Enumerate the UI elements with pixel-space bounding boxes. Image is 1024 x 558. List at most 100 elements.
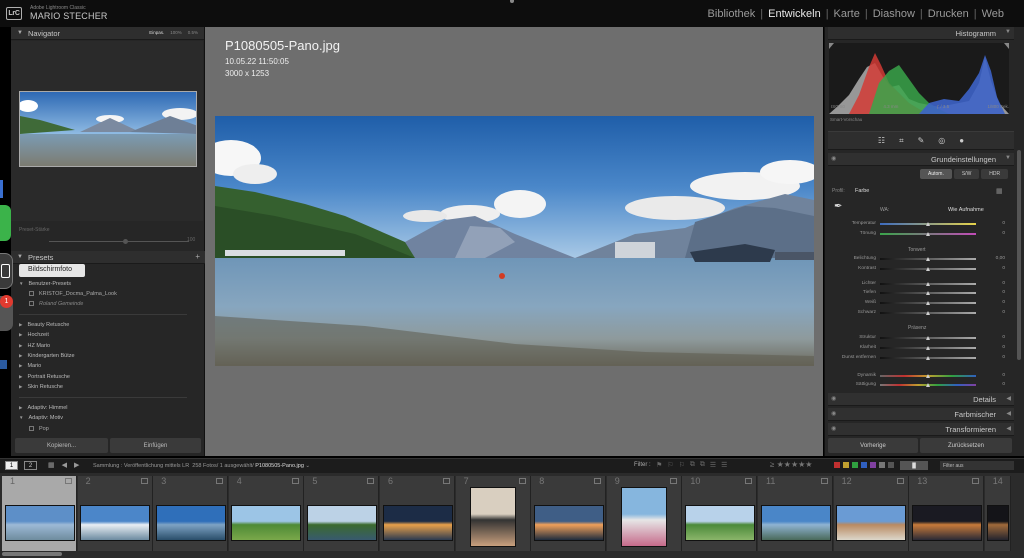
right-panel-scrollbar[interactable] bbox=[1017, 150, 1021, 360]
slider-value-tnung[interactable]: 0 bbox=[985, 231, 1005, 236]
paste-settings-button[interactable]: Einfügen bbox=[110, 438, 201, 453]
slider-value-klarheit[interactable]: 0 bbox=[985, 345, 1005, 350]
filmstrip-cell[interactable]: 13 bbox=[909, 476, 985, 551]
yellow-label-icon[interactable] bbox=[843, 462, 849, 468]
virtual-copy-icon[interactable]: ⧉ bbox=[700, 461, 705, 469]
filmstrip-thumbnail-night[interactable] bbox=[911, 505, 982, 541]
slider-knob-dunstentfernen[interactable] bbox=[925, 356, 930, 360]
presets-header[interactable]: ▼ Presets + bbox=[11, 251, 205, 264]
reset-button[interactable]: Zurücksetzen bbox=[920, 438, 1012, 453]
previous-settings-button[interactable]: Vorherige bbox=[828, 438, 918, 453]
navigator-header[interactable]: ▼ Navigator Einpas. 100% 0.5% bbox=[11, 27, 204, 40]
preset-item[interactable]: Pop bbox=[29, 426, 49, 432]
filmstrip-cell[interactable]: 5 bbox=[304, 476, 380, 551]
preset-group[interactable]: ▶ Hochzeit bbox=[19, 332, 49, 338]
filmstrip-thumbnail-portrait2[interactable] bbox=[621, 487, 668, 547]
forward-arrow-icon[interactable]: ▶ bbox=[74, 461, 79, 469]
module-entwickeln[interactable]: Entwickeln bbox=[768, 8, 821, 20]
details-header[interactable]: ◉ Details ◀ bbox=[828, 393, 1014, 406]
eyedropper-icon[interactable]: ✒ bbox=[834, 201, 842, 212]
preset-group[interactable]: ▶ Skin Retusche bbox=[19, 384, 63, 390]
filmstrip-thumbnail-village[interactable] bbox=[760, 505, 831, 541]
red-eye-icon[interactable]: ◎ bbox=[938, 136, 945, 145]
copy-settings-button[interactable]: Kopieren... bbox=[15, 438, 108, 453]
treatment-autom[interactable]: Autom. bbox=[920, 169, 952, 179]
module-karte[interactable]: Karte bbox=[834, 8, 860, 20]
slider-value-lichter[interactable]: 0 bbox=[985, 281, 1005, 286]
navigator-zoom-option[interactable]: 0.5% bbox=[188, 30, 198, 35]
slider-knob-dynamik[interactable] bbox=[925, 374, 930, 378]
navigator-zoom-option[interactable]: Einpas. bbox=[149, 30, 164, 35]
other-label-icon[interactable] bbox=[879, 462, 885, 468]
filmstrip-cell[interactable]: 7 bbox=[455, 476, 531, 551]
preset-group[interactable]: ▶ Mario bbox=[19, 363, 41, 369]
slider-knob-belichtung[interactable] bbox=[925, 257, 930, 261]
no-label-icon[interactable] bbox=[888, 462, 894, 468]
filmstrip-thumbnail-harbor[interactable] bbox=[80, 505, 151, 541]
filmstrip-thumbnail-castle[interactable] bbox=[836, 505, 907, 541]
edited-icon[interactable]: ☰ bbox=[710, 461, 716, 469]
filmstrip-thumbnail-sunset2[interactable] bbox=[533, 505, 604, 541]
slider-knob-klarheit[interactable] bbox=[925, 346, 930, 350]
filmstrip-thumbnail-night2[interactable] bbox=[986, 505, 1009, 541]
main-photo-lake-panorama[interactable] bbox=[215, 116, 814, 366]
filmstrip-thumbnail-lake2[interactable] bbox=[306, 505, 377, 541]
star-rating-filter[interactable]: ≥ ★★★★★ bbox=[770, 460, 812, 469]
main-window-button[interactable]: 1 bbox=[5, 461, 18, 470]
transform-header[interactable]: ◉ Transformieren ◀ bbox=[828, 423, 1014, 436]
dock-icon-finder[interactable] bbox=[0, 180, 3, 198]
green-label-icon[interactable] bbox=[852, 462, 858, 468]
preset-group[interactable]: ▶ Adaptiv: Himmel bbox=[19, 405, 68, 411]
red-label-icon[interactable] bbox=[834, 462, 840, 468]
slider-knob-temperatur[interactable] bbox=[925, 222, 930, 226]
dock-icon-screenshot[interactable] bbox=[0, 253, 13, 289]
slider-knob-kontrast[interactable] bbox=[925, 267, 930, 271]
slider-value-schwarz[interactable]: 0 bbox=[985, 310, 1005, 315]
slider-value-kontrast[interactable]: 0 bbox=[985, 266, 1005, 271]
preset-item[interactable]: Roland Gemeinde bbox=[29, 301, 83, 307]
filter-switch-icon[interactable]: ▐▌ bbox=[900, 461, 928, 470]
slider-value-dynamik[interactable]: 0 bbox=[985, 373, 1005, 378]
healing-icon[interactable]: ✎ bbox=[918, 136, 925, 145]
grid-view-icon[interactable]: ▦ bbox=[48, 461, 55, 469]
unflag-icon[interactable]: ⚐ bbox=[667, 461, 673, 469]
treatment-hdr[interactable]: HDR bbox=[981, 169, 1009, 179]
filmstrip-cell[interactable]: 8 bbox=[531, 476, 607, 551]
filmstrip-cell[interactable]: 12 bbox=[833, 476, 909, 551]
module-bibliothek[interactable]: Bibliothek bbox=[708, 8, 756, 20]
preset-amount-knob[interactable] bbox=[123, 239, 128, 244]
copy-icon[interactable]: ⧉ bbox=[690, 461, 695, 469]
slider-knob-schwarz[interactable] bbox=[925, 311, 930, 315]
slider-knob-tiefen[interactable] bbox=[925, 291, 930, 295]
filmstrip-thumbnail-lake[interactable] bbox=[4, 505, 75, 541]
preset-item[interactable]: KRISTOF_Docma_Palma_Look bbox=[29, 291, 117, 297]
add-preset-icon[interactable]: + bbox=[195, 252, 200, 261]
panel-eye-icon[interactable]: ◉ bbox=[831, 410, 836, 417]
filmstrip-cell[interactable]: 14 bbox=[984, 476, 1011, 551]
panel-eye-icon[interactable]: ◉ bbox=[831, 395, 836, 402]
white-balance-select[interactable]: Wie Aufnahme bbox=[948, 207, 984, 213]
preset-group[interactable]: ▼ Benutzer-Presets bbox=[19, 281, 71, 287]
filmstrip-thumbnail-harbor2[interactable] bbox=[155, 505, 226, 541]
profile-browser-icon[interactable]: ▦ bbox=[996, 187, 1003, 195]
color-label-filter[interactable] bbox=[834, 462, 894, 468]
crop-icon[interactable]: ⌗ bbox=[899, 136, 904, 146]
slider-knob-wei[interactable] bbox=[925, 301, 930, 305]
unedited-icon[interactable]: ☰ bbox=[721, 461, 727, 469]
filmstrip-cell[interactable]: 4 bbox=[228, 476, 304, 551]
preset-group[interactable]: ▶ Kindergarten Bütze bbox=[19, 353, 75, 359]
basic-header[interactable]: ◉ Grundeinstellungen ▼ bbox=[828, 153, 1014, 166]
filmstrip-cell[interactable]: 2 bbox=[77, 476, 153, 551]
purple-label-icon[interactable] bbox=[870, 462, 876, 468]
dock-icon-app[interactable] bbox=[0, 360, 7, 369]
panel-eye-icon[interactable]: ◉ bbox=[831, 425, 836, 432]
filmstrip-thumbnail-meadow[interactable] bbox=[231, 505, 302, 541]
filmstrip-thumbnail-sunset[interactable] bbox=[382, 505, 453, 541]
module-drucken[interactable]: Drucken bbox=[928, 8, 969, 20]
filmstrip-cell[interactable]: 3 bbox=[153, 476, 229, 551]
preset-group[interactable]: ▶ Beauty Retusche bbox=[19, 322, 69, 328]
flag-icon[interactable]: ⚑ bbox=[656, 461, 662, 469]
histogram-header[interactable]: Histogramm ▼ bbox=[828, 27, 1014, 40]
slider-knob-sttigung[interactable] bbox=[925, 383, 930, 387]
flag-filter-icons[interactable]: ⚑ ⚐ ⚐ ⧉ ⧉ ☰ ☰ bbox=[656, 461, 727, 469]
